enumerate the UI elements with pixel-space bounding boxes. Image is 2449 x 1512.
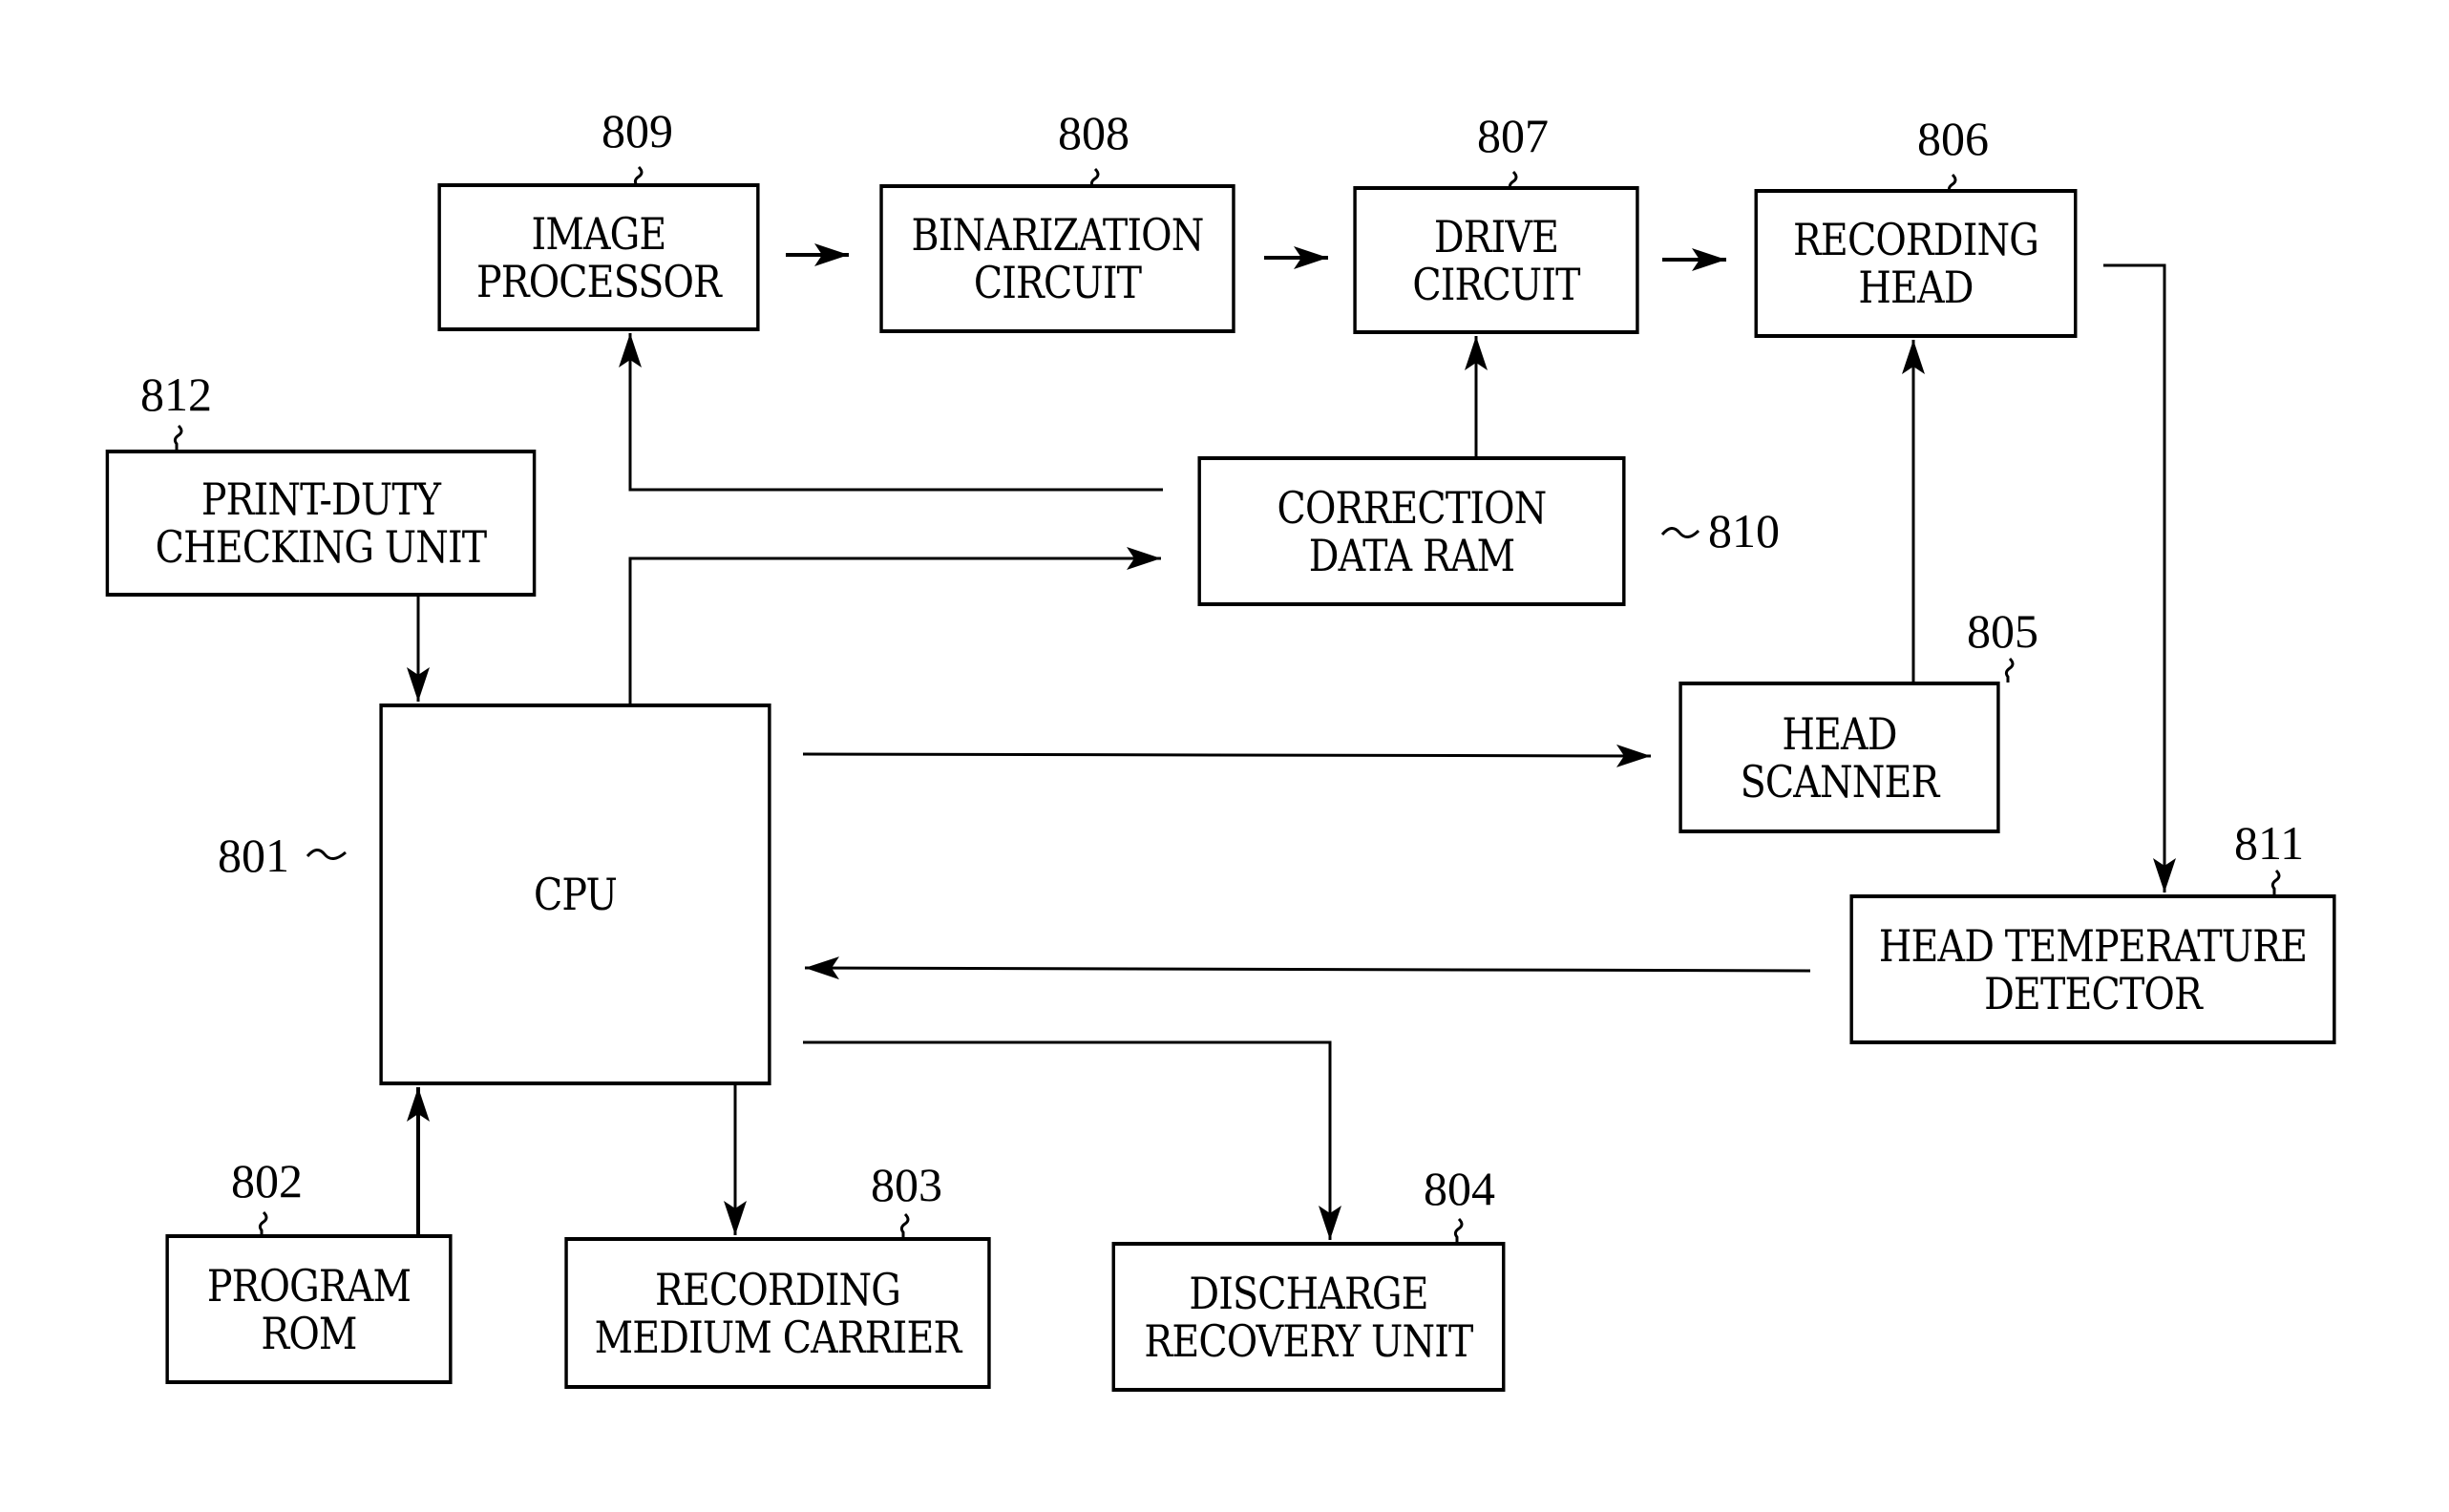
block-drive-circuit: DRIVE CIRCUIT bbox=[1353, 186, 1639, 334]
leader-801 bbox=[306, 849, 347, 860]
block-label-line: CORRECTION bbox=[1277, 481, 1548, 534]
block-label-line: PROGRAM bbox=[206, 1259, 412, 1312]
block-correction-data-ram: CORRECTION DATA RAM bbox=[1197, 456, 1626, 606]
ref-numeral-806: 806 bbox=[1917, 112, 1989, 165]
block-diagram: IMAGE PROCESSOR BINARIZATION CIRCUIT DRI… bbox=[0, 0, 2449, 1512]
arrow-correction-ram-to-image-processor bbox=[619, 333, 1163, 492]
arrow-recording-head-to-temp-detector bbox=[2103, 263, 2176, 892]
ref-numeral-807: 807 bbox=[1477, 109, 1549, 162]
block-label-line: RECORDING bbox=[1793, 214, 2039, 265]
block-label-line: PRINT-DUTY bbox=[201, 473, 441, 525]
block-binarization-circuit: BINARIZATION CIRCUIT bbox=[879, 184, 1235, 333]
block-label-line: RECORDING bbox=[655, 1263, 901, 1315]
block-label-line: RECOVERY UNIT bbox=[1144, 1314, 1473, 1367]
ref-numeral-803: 803 bbox=[871, 1158, 942, 1211]
ref-numeral-811: 811 bbox=[2234, 816, 2305, 870]
block-label-line: CIRCUIT bbox=[1412, 258, 1580, 310]
block-label-line: DISCHARGE bbox=[1189, 1267, 1428, 1319]
block-label-line: HEAD bbox=[1858, 262, 1974, 313]
ref-numeral-802: 802 bbox=[231, 1154, 303, 1208]
block-label-line: HEAD bbox=[1782, 707, 1897, 760]
block-label-line: ROM bbox=[261, 1307, 357, 1359]
arrow-cpu-to-head-scanner bbox=[802, 744, 1652, 767]
block-label-line: SCANNER bbox=[1740, 755, 1940, 808]
block-label-line: CPU bbox=[534, 869, 618, 920]
ref-numeral-809: 809 bbox=[602, 104, 673, 158]
block-label-line: DRIVE bbox=[1433, 210, 1559, 262]
block-label-line: PROCESSOR bbox=[476, 255, 722, 307]
block-head-scanner: HEAD SCANNER bbox=[1678, 682, 2000, 833]
block-label-line: HEAD TEMPERATURE bbox=[1878, 919, 2308, 972]
ref-numeral-808: 808 bbox=[1058, 106, 1129, 159]
block-label-line: CIRCUIT bbox=[973, 257, 1142, 308]
block-label-line: CHECKING UNIT bbox=[155, 521, 488, 573]
block-discharge-recovery-unit: DISCHARGE RECOVERY UNIT bbox=[1111, 1242, 1506, 1392]
leader-802 bbox=[258, 1210, 268, 1236]
arrow-cpu-to-correction-ram bbox=[628, 547, 1161, 704]
block-cpu: CPU bbox=[379, 704, 771, 1085]
block-label-line: MEDIUM CARRIER bbox=[594, 1311, 962, 1363]
block-label-line: BINARIZATION bbox=[911, 209, 1205, 261]
block-recording-head: RECORDING HEAD bbox=[1754, 189, 2078, 338]
block-head-temperature-detector: HEAD TEMPERATURE DETECTOR bbox=[1849, 894, 2336, 1044]
leader-811 bbox=[2270, 869, 2281, 894]
ref-numeral-804: 804 bbox=[1424, 1162, 1495, 1215]
arrow-temp-detector-to-cpu bbox=[804, 956, 1811, 980]
ref-numeral-801: 801 bbox=[218, 829, 289, 882]
leader-810 bbox=[1660, 527, 1700, 538]
leader-804 bbox=[1453, 1217, 1464, 1243]
ref-numeral-810: 810 bbox=[1708, 504, 1780, 557]
leader-805 bbox=[2004, 657, 2015, 682]
block-image-processor: IMAGE PROCESSOR bbox=[437, 183, 760, 331]
block-program-rom: PROGRAM ROM bbox=[165, 1234, 453, 1384]
ref-numeral-805: 805 bbox=[1967, 604, 2038, 658]
block-label-line: DETECTOR bbox=[1984, 967, 2203, 1019]
leader-803 bbox=[899, 1212, 910, 1238]
block-print-duty-checking-unit: PRINT-DUTY CHECKING UNIT bbox=[105, 450, 537, 597]
block-label-line: DATA RAM bbox=[1308, 529, 1515, 581]
block-recording-medium-carrier: RECORDING MEDIUM CARRIER bbox=[564, 1237, 991, 1389]
ref-numeral-812: 812 bbox=[140, 368, 212, 421]
leader-812 bbox=[173, 424, 183, 452]
block-label-line: IMAGE bbox=[531, 207, 667, 260]
